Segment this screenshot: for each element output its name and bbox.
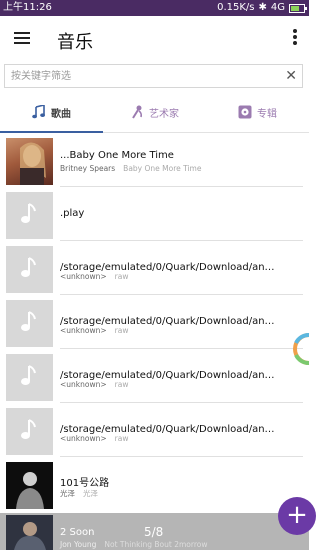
- album-art: [6, 462, 53, 509]
- album-art-photo-icon: [6, 515, 53, 550]
- song-row[interactable]: /storage/emulated/0/Quark/Download/andro…: [0, 403, 309, 457]
- song-meta: Britney Spears Baby One More Time: [60, 164, 201, 173]
- now-playing-album: Not Thinking Bout 2morrow: [104, 540, 208, 549]
- network-speed: 0.15K/s: [217, 2, 255, 13]
- now-playing-art: [6, 515, 53, 550]
- song-artist: <unknown>: [60, 326, 107, 335]
- artist-icon: [132, 105, 143, 119]
- floating-ring-icon[interactable]: [287, 331, 315, 367]
- song-meta: <unknown> raw: [60, 434, 128, 443]
- song-meta: <unknown> raw: [60, 326, 128, 335]
- album-art: [6, 408, 53, 455]
- now-playing-artist: Jon Young: [60, 540, 97, 549]
- song-artist: <unknown>: [60, 380, 107, 389]
- album-art-photo-icon: [16, 472, 44, 509]
- album-art: [6, 300, 53, 347]
- song-row[interactable]: /storage/emulated/0/Quark/Download/andro…: [0, 295, 309, 349]
- music-note-icon: [32, 105, 45, 119]
- song-album: raw: [114, 434, 129, 443]
- clear-icon[interactable]: ✕: [285, 67, 297, 85]
- music-note-icon: [21, 203, 36, 223]
- song-row[interactable]: 101号公路 光泽 光泽: [0, 457, 309, 511]
- tab-bar: 歌曲 艺术家 专辑: [0, 92, 309, 133]
- song-album: raw: [114, 326, 129, 335]
- tab-artists[interactable]: 艺术家: [103, 92, 206, 132]
- song-title: /storage/emulated/0/Quark/Download/andro…: [60, 316, 280, 327]
- status-bar: 上午11:26 0.15K/s ✱ 4G: [0, 0, 309, 16]
- mini-player[interactable]: 2 Soon Jon Young Not Thinking Bout 2morro…: [0, 513, 309, 550]
- status-icons: 0.15K/s ✱ 4G: [217, 0, 307, 16]
- song-row[interactable]: .play: [0, 187, 309, 241]
- song-title: /storage/emulated/0/Quark/Download/andro…: [60, 262, 280, 273]
- song-row[interactable]: /storage/emulated/0/Quark/Download/andro…: [0, 349, 309, 403]
- song-meta: <unknown> raw: [60, 380, 128, 389]
- tab-artists-label: 艺术家: [149, 108, 179, 120]
- now-playing-title: 2 Soon: [60, 527, 95, 538]
- album-art: [6, 246, 53, 293]
- now-playing-meta: Jon Young Not Thinking Bout 2morrow: [60, 540, 207, 549]
- song-artist: 光泽: [60, 489, 75, 498]
- music-note-icon: [21, 419, 36, 439]
- filter-box: ✕: [4, 64, 303, 88]
- tab-songs[interactable]: 歌曲: [0, 92, 103, 132]
- song-album: 光泽: [83, 489, 98, 498]
- song-artist: <unknown>: [60, 272, 107, 281]
- add-button[interactable]: +: [278, 497, 316, 535]
- music-note-icon: [21, 257, 36, 277]
- song-title: ...Baby One More Time: [60, 150, 174, 161]
- page-title: 音乐: [57, 32, 93, 53]
- song-row[interactable]: /storage/emulated/0/Quark/Download/andro…: [0, 241, 309, 295]
- tab-songs-label: 歌曲: [51, 108, 71, 120]
- song-row[interactable]: ...Baby One More Time Britney Spears Baby…: [0, 133, 309, 187]
- network-type: 4G: [270, 2, 285, 13]
- song-artist: Britney Spears: [60, 164, 116, 173]
- app-toolbar: 音乐: [0, 16, 309, 62]
- song-title: /storage/emulated/0/Quark/Download/andro…: [60, 424, 280, 435]
- song-album: Baby One More Time: [123, 164, 202, 173]
- filter-input[interactable]: [11, 65, 271, 87]
- song-meta: 光泽 光泽: [60, 488, 98, 499]
- album-art: [6, 138, 53, 185]
- tab-albums[interactable]: 专辑: [206, 92, 309, 132]
- song-album: raw: [114, 380, 129, 389]
- album-art: [6, 192, 53, 239]
- album-art-photo-icon: [20, 142, 46, 185]
- song-album: raw: [114, 272, 129, 281]
- song-title: .play: [60, 208, 85, 219]
- album-icon: [238, 105, 252, 119]
- page-indicator: 5/8: [144, 525, 164, 539]
- battery-icon: [289, 3, 307, 13]
- tab-albums-label: 专辑: [257, 108, 277, 120]
- song-title: 101号公路: [60, 478, 110, 489]
- bluetooth-icon: ✱: [258, 2, 267, 13]
- album-art: [6, 354, 53, 401]
- music-note-icon: [21, 365, 36, 385]
- song-artist: <unknown>: [60, 434, 107, 443]
- music-note-icon: [21, 311, 36, 331]
- song-title: /storage/emulated/0/Quark/Download/andro…: [60, 370, 280, 381]
- song-meta: <unknown> raw: [60, 272, 128, 281]
- status-time: 上午11:26: [3, 2, 52, 13]
- menu-icon[interactable]: [14, 32, 30, 45]
- more-options-icon[interactable]: [293, 29, 297, 45]
